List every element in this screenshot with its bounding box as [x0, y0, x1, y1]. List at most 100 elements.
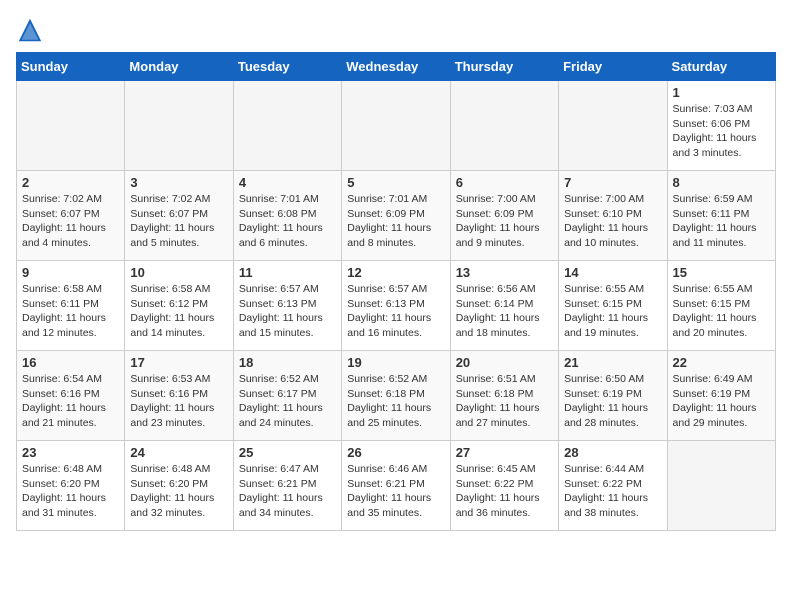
week-row-3: 9 Sunrise: 6:58 AM Sunset: 6:11 PM Daylig…: [17, 261, 776, 351]
day-cell: 20 Sunrise: 6:51 AM Sunset: 6:18 PM Dayli…: [450, 351, 558, 441]
logo: [16, 16, 48, 44]
day-cell: 25 Sunrise: 6:47 AM Sunset: 6:21 PM Dayli…: [233, 441, 341, 531]
day-number: 4: [239, 175, 336, 190]
day-cell: 26 Sunrise: 6:46 AM Sunset: 6:21 PM Dayli…: [342, 441, 450, 531]
day-cell: 7 Sunrise: 7:00 AM Sunset: 6:10 PM Daylig…: [559, 171, 667, 261]
day-info: Sunrise: 6:54 AM Sunset: 6:16 PM Dayligh…: [22, 372, 119, 431]
day-number: 11: [239, 265, 336, 280]
day-info: Sunrise: 6:47 AM Sunset: 6:21 PM Dayligh…: [239, 462, 336, 521]
day-number: 10: [130, 265, 227, 280]
day-info: Sunrise: 6:59 AM Sunset: 6:11 PM Dayligh…: [673, 192, 770, 251]
day-number: 18: [239, 355, 336, 370]
day-cell: 21 Sunrise: 6:50 AM Sunset: 6:19 PM Dayli…: [559, 351, 667, 441]
day-info: Sunrise: 6:45 AM Sunset: 6:22 PM Dayligh…: [456, 462, 553, 521]
logo-icon: [16, 16, 44, 44]
day-number: 17: [130, 355, 227, 370]
day-cell: 12 Sunrise: 6:57 AM Sunset: 6:13 PM Dayli…: [342, 261, 450, 351]
day-cell: 22 Sunrise: 6:49 AM Sunset: 6:19 PM Dayli…: [667, 351, 775, 441]
day-info: Sunrise: 6:56 AM Sunset: 6:14 PM Dayligh…: [456, 282, 553, 341]
day-info: Sunrise: 6:48 AM Sunset: 6:20 PM Dayligh…: [130, 462, 227, 521]
day-cell: [342, 81, 450, 171]
day-number: 21: [564, 355, 661, 370]
week-row-1: 1 Sunrise: 7:03 AM Sunset: 6:06 PM Daylig…: [17, 81, 776, 171]
week-row-4: 16 Sunrise: 6:54 AM Sunset: 6:16 PM Dayli…: [17, 351, 776, 441]
weekday-header-thursday: Thursday: [450, 53, 558, 81]
day-info: Sunrise: 7:02 AM Sunset: 6:07 PM Dayligh…: [22, 192, 119, 251]
day-number: 7: [564, 175, 661, 190]
day-cell: [125, 81, 233, 171]
day-info: Sunrise: 6:50 AM Sunset: 6:19 PM Dayligh…: [564, 372, 661, 431]
day-number: 9: [22, 265, 119, 280]
day-number: 22: [673, 355, 770, 370]
day-info: Sunrise: 6:53 AM Sunset: 6:16 PM Dayligh…: [130, 372, 227, 431]
day-cell: 14 Sunrise: 6:55 AM Sunset: 6:15 PM Dayli…: [559, 261, 667, 351]
day-cell: 16 Sunrise: 6:54 AM Sunset: 6:16 PM Dayli…: [17, 351, 125, 441]
day-info: Sunrise: 6:44 AM Sunset: 6:22 PM Dayligh…: [564, 462, 661, 521]
day-number: 6: [456, 175, 553, 190]
day-info: Sunrise: 7:00 AM Sunset: 6:10 PM Dayligh…: [564, 192, 661, 251]
weekday-header-row: SundayMondayTuesdayWednesdayThursdayFrid…: [17, 53, 776, 81]
day-cell: 2 Sunrise: 7:02 AM Sunset: 6:07 PM Daylig…: [17, 171, 125, 261]
day-cell: 1 Sunrise: 7:03 AM Sunset: 6:06 PM Daylig…: [667, 81, 775, 171]
day-info: Sunrise: 6:55 AM Sunset: 6:15 PM Dayligh…: [564, 282, 661, 341]
day-cell: 13 Sunrise: 6:56 AM Sunset: 6:14 PM Dayli…: [450, 261, 558, 351]
day-number: 24: [130, 445, 227, 460]
day-number: 25: [239, 445, 336, 460]
day-info: Sunrise: 7:03 AM Sunset: 6:06 PM Dayligh…: [673, 102, 770, 161]
day-number: 19: [347, 355, 444, 370]
day-number: 14: [564, 265, 661, 280]
day-number: 5: [347, 175, 444, 190]
weekday-header-wednesday: Wednesday: [342, 53, 450, 81]
day-number: 2: [22, 175, 119, 190]
day-info: Sunrise: 6:58 AM Sunset: 6:11 PM Dayligh…: [22, 282, 119, 341]
day-info: Sunrise: 6:58 AM Sunset: 6:12 PM Dayligh…: [130, 282, 227, 341]
week-row-5: 23 Sunrise: 6:48 AM Sunset: 6:20 PM Dayli…: [17, 441, 776, 531]
day-cell: [667, 441, 775, 531]
day-info: Sunrise: 6:46 AM Sunset: 6:21 PM Dayligh…: [347, 462, 444, 521]
day-cell: 9 Sunrise: 6:58 AM Sunset: 6:11 PM Daylig…: [17, 261, 125, 351]
day-cell: 17 Sunrise: 6:53 AM Sunset: 6:16 PM Dayli…: [125, 351, 233, 441]
day-number: 27: [456, 445, 553, 460]
day-cell: 11 Sunrise: 6:57 AM Sunset: 6:13 PM Dayli…: [233, 261, 341, 351]
day-cell: 3 Sunrise: 7:02 AM Sunset: 6:07 PM Daylig…: [125, 171, 233, 261]
day-cell: 5 Sunrise: 7:01 AM Sunset: 6:09 PM Daylig…: [342, 171, 450, 261]
day-info: Sunrise: 7:01 AM Sunset: 6:08 PM Dayligh…: [239, 192, 336, 251]
weekday-header-friday: Friday: [559, 53, 667, 81]
day-info: Sunrise: 6:57 AM Sunset: 6:13 PM Dayligh…: [347, 282, 444, 341]
day-info: Sunrise: 7:01 AM Sunset: 6:09 PM Dayligh…: [347, 192, 444, 251]
day-info: Sunrise: 6:55 AM Sunset: 6:15 PM Dayligh…: [673, 282, 770, 341]
day-cell: 18 Sunrise: 6:52 AM Sunset: 6:17 PM Dayli…: [233, 351, 341, 441]
day-number: 20: [456, 355, 553, 370]
day-number: 12: [347, 265, 444, 280]
day-cell: 24 Sunrise: 6:48 AM Sunset: 6:20 PM Dayli…: [125, 441, 233, 531]
day-number: 16: [22, 355, 119, 370]
day-number: 15: [673, 265, 770, 280]
day-info: Sunrise: 6:52 AM Sunset: 6:17 PM Dayligh…: [239, 372, 336, 431]
day-cell: [559, 81, 667, 171]
day-cell: 8 Sunrise: 6:59 AM Sunset: 6:11 PM Daylig…: [667, 171, 775, 261]
weekday-header-sunday: Sunday: [17, 53, 125, 81]
day-cell: 23 Sunrise: 6:48 AM Sunset: 6:20 PM Dayli…: [17, 441, 125, 531]
day-number: 3: [130, 175, 227, 190]
day-cell: 10 Sunrise: 6:58 AM Sunset: 6:12 PM Dayli…: [125, 261, 233, 351]
calendar-table: SundayMondayTuesdayWednesdayThursdayFrid…: [16, 52, 776, 531]
day-info: Sunrise: 6:52 AM Sunset: 6:18 PM Dayligh…: [347, 372, 444, 431]
day-info: Sunrise: 6:51 AM Sunset: 6:18 PM Dayligh…: [456, 372, 553, 431]
day-info: Sunrise: 7:00 AM Sunset: 6:09 PM Dayligh…: [456, 192, 553, 251]
weekday-header-tuesday: Tuesday: [233, 53, 341, 81]
day-cell: 28 Sunrise: 6:44 AM Sunset: 6:22 PM Dayli…: [559, 441, 667, 531]
day-cell: [450, 81, 558, 171]
day-number: 13: [456, 265, 553, 280]
day-number: 8: [673, 175, 770, 190]
day-number: 26: [347, 445, 444, 460]
day-number: 28: [564, 445, 661, 460]
day-info: Sunrise: 7:02 AM Sunset: 6:07 PM Dayligh…: [130, 192, 227, 251]
week-row-2: 2 Sunrise: 7:02 AM Sunset: 6:07 PM Daylig…: [17, 171, 776, 261]
day-cell: [17, 81, 125, 171]
day-info: Sunrise: 6:57 AM Sunset: 6:13 PM Dayligh…: [239, 282, 336, 341]
day-cell: 15 Sunrise: 6:55 AM Sunset: 6:15 PM Dayli…: [667, 261, 775, 351]
day-info: Sunrise: 6:48 AM Sunset: 6:20 PM Dayligh…: [22, 462, 119, 521]
day-number: 23: [22, 445, 119, 460]
day-info: Sunrise: 6:49 AM Sunset: 6:19 PM Dayligh…: [673, 372, 770, 431]
day-number: 1: [673, 85, 770, 100]
